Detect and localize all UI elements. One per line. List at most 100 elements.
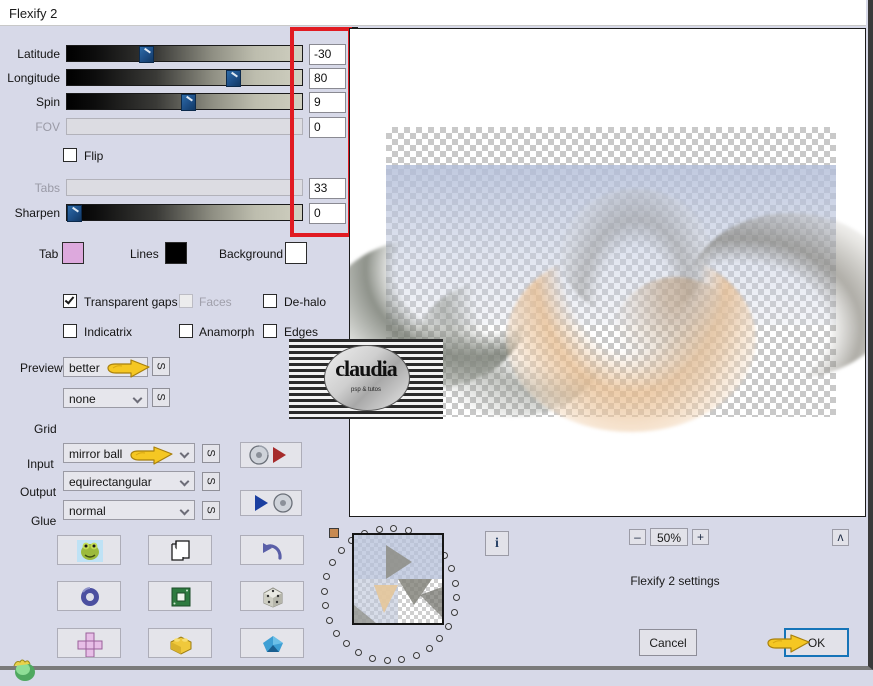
rotation-dot[interactable] [444,622,452,630]
slider-row-tabs: Tabs [0,180,60,199]
checkbox-flip[interactable] [63,148,77,162]
thumbnail-preview[interactable] [352,533,444,625]
checkbox-anamorph[interactable] [179,324,193,338]
checkbox-indicatrix[interactable] [63,324,77,338]
cancel-button[interactable]: Cancel [639,629,697,656]
gem-button[interactable] [240,628,304,658]
pages-button[interactable] [148,535,212,565]
slider-cap-spin [290,93,303,110]
slider-track-latitude[interactable] [66,45,303,63]
select-glue[interactable]: normal [63,500,195,520]
rotation-dot[interactable] [375,526,383,533]
grid-s-button[interactable]: S [152,388,170,407]
color-swatch-tab[interactable] [62,242,84,264]
rotation-dot[interactable] [390,525,398,533]
ok-button[interactable]: OK [784,628,849,657]
torus-button[interactable] [57,581,121,611]
collapse-button[interactable]: ʌ [832,529,849,546]
rotation-dot[interactable] [452,594,460,602]
value-input-latitude[interactable]: -30 [309,44,346,65]
slider-knob-latitude[interactable] [139,46,154,63]
slider-track-tabs [66,179,303,196]
rotation-dot[interactable] [398,655,406,663]
brick-button[interactable] [148,628,212,658]
rotation-dot[interactable] [326,616,334,624]
rotation-dot[interactable] [343,640,351,648]
value-input-longitude[interactable]: 80 [309,68,346,89]
slider-row-sharpen: Sharpen [0,205,60,224]
slider-label-sharpen: Sharpen [14,206,60,220]
rotation-dot[interactable] [333,629,341,637]
green-chip-icon [171,587,191,607]
checkbox-faces [179,294,193,308]
rotation-dot[interactable] [369,654,377,662]
rotation-anchor-handle[interactable] [329,528,339,538]
rotation-dot[interactable] [450,608,458,616]
rotation-dot[interactable] [329,559,337,567]
undo-button[interactable] [240,535,304,565]
slider-track-longitude[interactable] [66,69,303,87]
zoom-in-button[interactable]: + [692,529,709,545]
slider-label-longitude: Longitude [7,71,60,85]
value-input-spin[interactable]: 9 [309,92,346,113]
cross-button[interactable] [57,628,121,658]
slider-row-latitude: Latitude [0,46,60,65]
save-settings-button[interactable] [240,490,302,516]
color-swatch-lines[interactable] [165,242,187,264]
rotation-dot[interactable] [323,573,331,581]
checkbox-edges[interactable] [263,324,277,338]
dice-button[interactable] [240,581,304,611]
rotation-dot[interactable] [451,579,459,587]
glove-icon [10,655,38,683]
select-label-input: Input [27,457,54,471]
checkbox-transparent-gaps[interactable] [63,294,77,308]
info-icon: i [495,536,499,551]
rotation-dot[interactable] [321,587,329,595]
frog-button[interactable] [57,535,121,565]
color-swatch-background[interactable] [285,242,307,264]
preview-s-button[interactable]: S [152,357,170,376]
rotation-dot[interactable] [447,565,455,573]
value-input-sharpen[interactable]: 0 [309,203,346,224]
select-value-input: mirror ball [69,447,123,461]
chip-button[interactable] [148,581,212,611]
rotation-dot[interactable] [355,648,363,656]
select-label-glue: Glue [31,514,57,528]
slider-cap-sharpen [290,204,303,221]
slider-track-sharpen[interactable] [66,204,303,222]
rotation-dot[interactable] [337,547,345,555]
select-input[interactable]: mirror ball [63,443,195,463]
slider-knob-spin[interactable] [181,94,196,111]
slider-knob-longitude[interactable] [226,70,241,87]
select-preview[interactable]: better [63,357,148,377]
rotation-dot[interactable] [436,634,444,642]
rotation-dot[interactable] [322,602,329,610]
slider-track-fov [66,118,303,135]
input-s-button[interactable]: S [202,444,220,463]
glue-s-button[interactable]: S [202,501,220,520]
watermark-overlay: claudia psp & tutos [289,339,443,419]
rotation-dot[interactable] [412,651,420,659]
slider-knob-sharpen[interactable] [67,205,82,222]
checkbox-label-flip: Flip [84,149,104,163]
info-button[interactable]: i [485,531,509,556]
slider-row-fov: FOV [0,119,60,138]
rotation-dot[interactable] [383,656,391,664]
dice-icon [263,587,283,608]
value-input-tabs[interactable]: 33 [309,178,346,199]
zoom-out-button[interactable]: – [629,529,646,545]
output-s-button[interactable]: S [202,472,220,491]
select-value-output: equirectangular [69,475,152,489]
yellow-brick-icon [170,636,192,655]
value-input-fov[interactable]: 0 [309,117,346,138]
select-output[interactable]: equirectangular [63,471,195,491]
slider-label-tabs: Tabs [34,181,60,195]
rotation-dot[interactable] [425,644,433,652]
image-preview-panel[interactable] [349,28,866,517]
slider-track-spin[interactable] [66,93,303,111]
ok-button-label: OK [807,636,826,650]
watermark-name: claudia [335,356,397,381]
select-grid[interactable]: none [63,388,148,408]
checkbox-de-halo[interactable] [263,294,277,308]
load-settings-button[interactable] [240,442,302,468]
